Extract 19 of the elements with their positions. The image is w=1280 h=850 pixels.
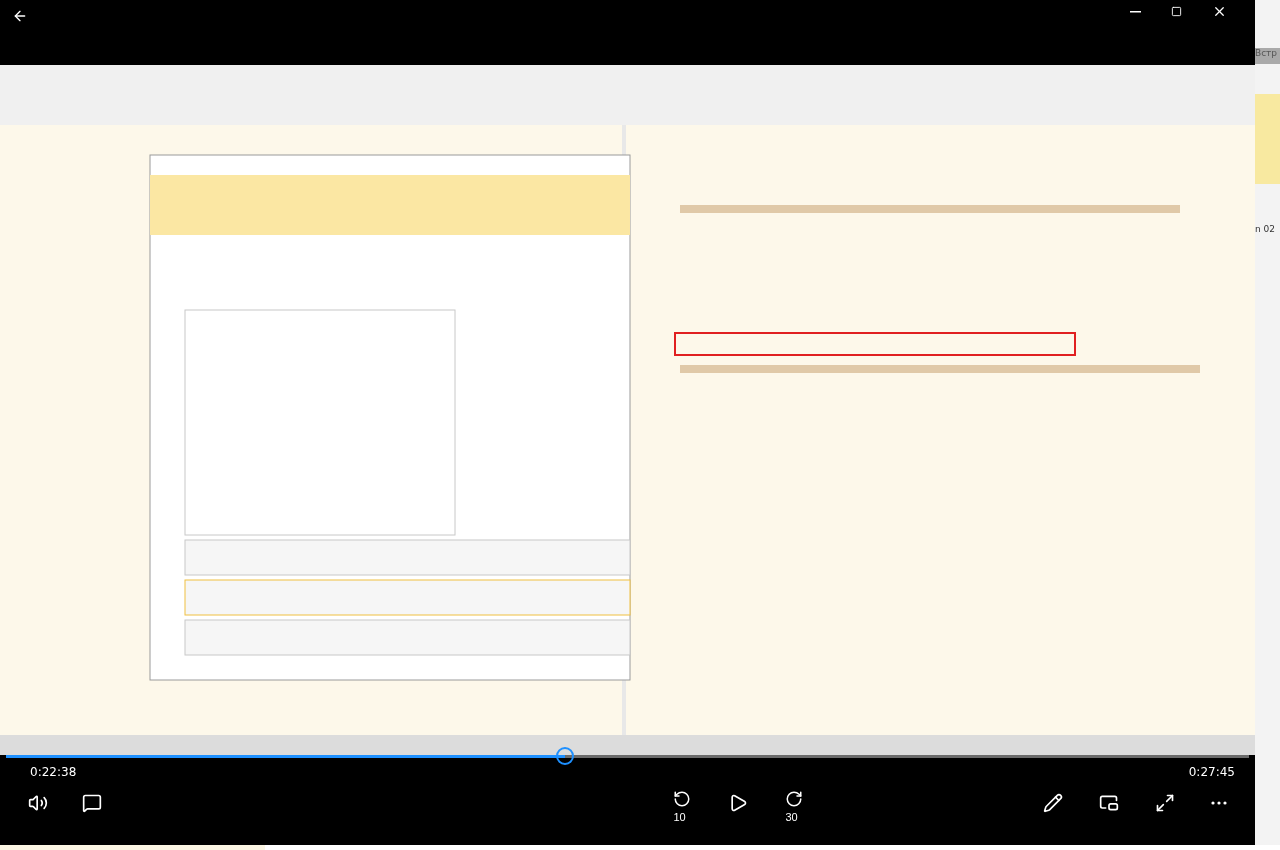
window-title: Встр — [1255, 48, 1280, 64]
fullscreen-icon — [1155, 793, 1175, 813]
back-icon — [12, 8, 28, 24]
skip-forward-button[interactable]: 30 — [777, 787, 810, 819]
window-text: n 02 — [1255, 224, 1277, 234]
elapsed-time: 0:22:38 — [30, 765, 77, 779]
close-icon — [1212, 4, 1227, 19]
pencil-icon — [1043, 793, 1063, 813]
minimize-icon — [1130, 10, 1141, 13]
forward-icon — [784, 790, 803, 808]
skip-back-button[interactable]: 10 — [665, 787, 698, 819]
rewind-icon — [672, 790, 691, 808]
progress-handle[interactable] — [556, 747, 575, 765]
maximize-icon — [1171, 6, 1182, 17]
speech-bubble-icon — [82, 793, 102, 813]
speaker-icon — [28, 793, 48, 813]
total-time: 0:27:45 — [1188, 765, 1235, 779]
mini-view-icon — [1099, 793, 1119, 813]
more-icon — [1211, 801, 1227, 805]
